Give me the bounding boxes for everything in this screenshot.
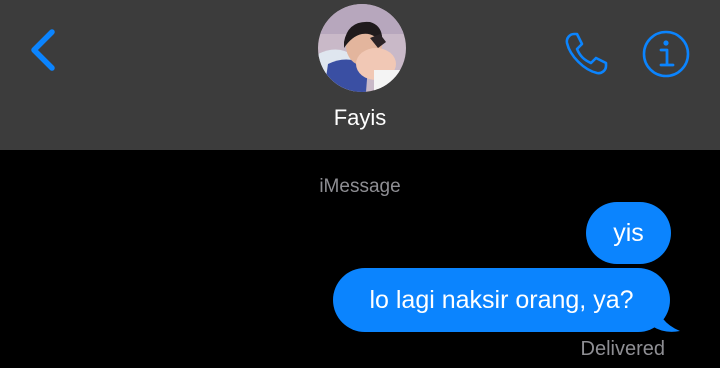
conversation-header: Fayis [0, 0, 720, 150]
message-bubble[interactable]: yis [586, 202, 671, 264]
delivery-status: Delivered [580, 338, 665, 360]
service-label: iMessage [319, 176, 401, 197]
phone-icon [565, 32, 608, 75]
contact-name[interactable]: Fayis [260, 104, 460, 132]
message-bubble[interactable]: lo lagi naksir orang, ya? [333, 268, 670, 332]
info-icon [642, 30, 690, 78]
chevron-left-icon [31, 29, 55, 71]
info-button[interactable] [640, 28, 692, 80]
call-button[interactable] [560, 28, 612, 80]
contact-avatar[interactable] [318, 4, 406, 92]
back-button[interactable] [22, 26, 66, 74]
avatar-photo [318, 4, 406, 92]
